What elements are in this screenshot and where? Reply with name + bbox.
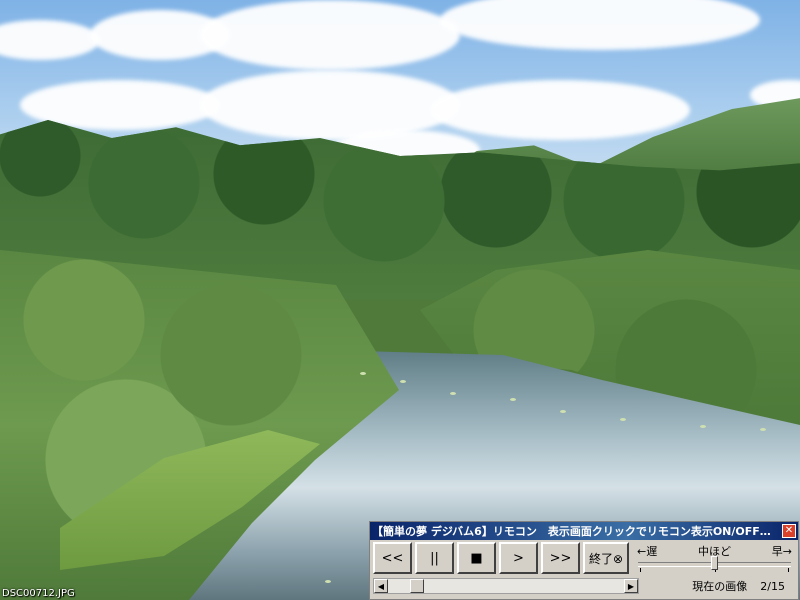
playback-controls: << || ■ > >> 終了⊗ ←遅 中ほど 早→	[370, 540, 798, 576]
pause-button[interactable]: ||	[415, 542, 454, 574]
lily-pad	[400, 380, 406, 383]
remote-control-window: 【簡単の夢 デジバム6】リモコン 表示画面クリックでリモコン表示ON/OFF… …	[369, 521, 799, 600]
exit-button[interactable]: 終了⊗	[583, 542, 629, 574]
speed-slow-label: ←遅	[637, 545, 658, 558]
lily-pad	[560, 410, 566, 413]
lily-pad	[360, 372, 366, 375]
slideshow-photo[interactable]	[0, 0, 800, 600]
speed-slider-thumb[interactable]	[711, 556, 718, 570]
current-image-indicator: 現在の画像 2/15	[639, 578, 795, 594]
scroll-track[interactable]	[388, 579, 624, 593]
lily-pad	[510, 398, 516, 401]
remote-titlebar[interactable]: 【簡単の夢 デジバム6】リモコン 表示画面クリックでリモコン表示ON/OFF… …	[370, 522, 798, 540]
scroll-left-arrow-icon[interactable]: ◀	[374, 579, 388, 593]
image-filename: DSC00712.JPG	[2, 588, 75, 599]
cloud	[200, 0, 460, 70]
lily-pad	[450, 392, 456, 395]
speed-control: ←遅 中ほど 早→	[634, 542, 795, 576]
lily-pad	[620, 418, 626, 421]
lily-pad	[325, 580, 331, 583]
speed-tick	[640, 568, 641, 572]
first-image-button[interactable]: <<	[373, 542, 412, 574]
scroll-right-arrow-icon[interactable]: ▶	[624, 579, 638, 593]
current-image-label: 現在の画像	[692, 580, 748, 593]
close-icon[interactable]: ✕	[782, 524, 796, 538]
speed-tick	[788, 568, 789, 572]
speed-fast-label: 早→	[771, 545, 792, 558]
stop-button[interactable]: ■	[457, 542, 496, 574]
navigation-row: ◀ ▶ 現在の画像 2/15	[370, 576, 798, 596]
lily-pad	[760, 428, 766, 431]
remote-title: 【簡単の夢 デジバム6】リモコン 表示画面クリックでリモコン表示ON/OFF…	[372, 525, 771, 538]
last-image-button[interactable]: >>	[541, 542, 580, 574]
next-image-button[interactable]: >	[499, 542, 538, 574]
cloud	[430, 80, 690, 140]
lily-pad	[700, 425, 706, 428]
image-position-scrollbar[interactable]: ◀ ▶	[373, 578, 639, 594]
current-image-value: 2/15	[760, 580, 785, 593]
scroll-thumb[interactable]	[410, 579, 425, 593]
